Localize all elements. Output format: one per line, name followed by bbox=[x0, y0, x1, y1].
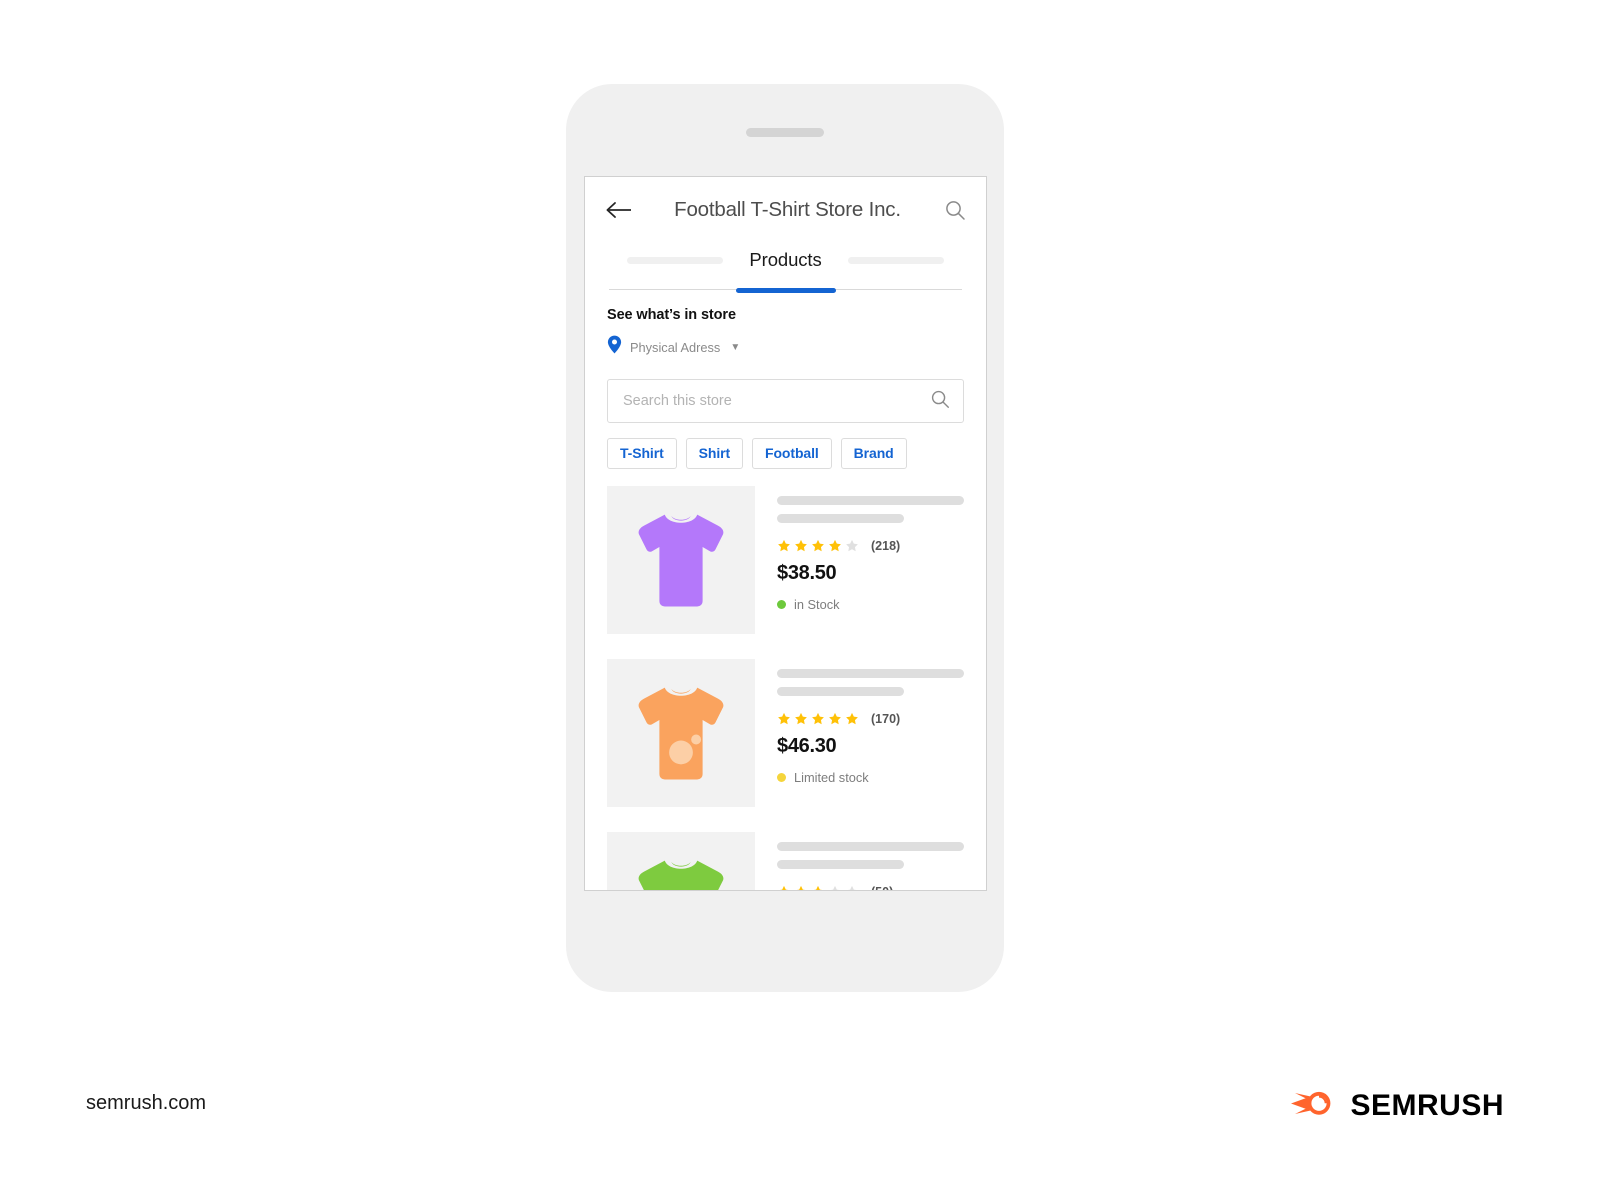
search-input[interactable] bbox=[623, 393, 930, 409]
tshirt-icon bbox=[638, 514, 724, 607]
product-title-placeholder bbox=[777, 842, 964, 851]
star-icon bbox=[778, 712, 790, 725]
chip-t-shirt[interactable]: T-Shirt bbox=[607, 438, 677, 469]
star-icon bbox=[812, 539, 824, 552]
semrush-comet-icon bbox=[1289, 1086, 1337, 1125]
stock-status: Limited stock bbox=[777, 770, 964, 785]
product-rating[interactable]: (50) bbox=[777, 885, 964, 890]
product-subtitle-placeholder bbox=[777, 514, 905, 523]
page-title: Football T-Shirt Store Inc. bbox=[674, 198, 901, 221]
tab-bar: Products bbox=[585, 243, 986, 293]
semrush-wordmark: SEMRUSH bbox=[1350, 1088, 1504, 1122]
star-icon bbox=[812, 712, 824, 725]
star-icon bbox=[795, 539, 807, 552]
product-rating[interactable]: (218) bbox=[777, 539, 964, 553]
tab-placeholder-right[interactable] bbox=[847, 256, 944, 264]
product-price: $46.30 bbox=[777, 735, 837, 757]
tab-row: Products bbox=[603, 243, 968, 277]
product-card[interactable]: (50) bbox=[607, 832, 964, 890]
stock-status: in Stock bbox=[777, 597, 964, 612]
star-icon bbox=[846, 539, 858, 552]
product-price: $38.50 bbox=[777, 562, 837, 584]
chip-brand[interactable]: Brand bbox=[840, 438, 907, 469]
search-icon[interactable] bbox=[942, 197, 968, 223]
location-label: Physical Adress bbox=[630, 339, 721, 355]
semrush-logo: SEMRUSH bbox=[1289, 1086, 1504, 1125]
app-body: See what’s in store Physical Adress ▼ Se… bbox=[585, 293, 986, 890]
product-thumbnail[interactable] bbox=[607, 832, 755, 890]
star-icon bbox=[796, 885, 806, 890]
phone-screen: Football T-Shirt Store Inc. Products See… bbox=[584, 176, 987, 891]
star-icon bbox=[829, 539, 841, 552]
canvas: Football T-Shirt Store Inc. Products See… bbox=[0, 0, 1600, 1177]
rating-count: (218) bbox=[871, 539, 901, 553]
phone-speaker bbox=[746, 128, 824, 137]
product-details: (170) $46.30 Limited stock bbox=[777, 659, 964, 807]
product-details: (218) $38.50 in Stock bbox=[777, 486, 964, 634]
section-heading: See what’s in store bbox=[607, 307, 736, 323]
search-input-icon[interactable] bbox=[930, 389, 950, 414]
product-rating[interactable]: (170) bbox=[777, 712, 964, 726]
tab-placeholder-left[interactable] bbox=[627, 256, 724, 264]
star-icon bbox=[829, 712, 841, 725]
star-icon bbox=[846, 712, 858, 725]
app-header: Football T-Shirt Store Inc. bbox=[585, 177, 986, 243]
chevron-down-icon[interactable]: ▼ bbox=[730, 342, 740, 353]
map-pin-icon bbox=[607, 335, 622, 359]
tshirt-icon bbox=[638, 687, 724, 780]
rating-count: (50) bbox=[871, 885, 893, 890]
product-subtitle-placeholder bbox=[777, 687, 905, 696]
star-icon bbox=[813, 885, 823, 890]
product-thumbnail[interactable] bbox=[607, 659, 755, 807]
star-icon bbox=[778, 539, 790, 552]
filter-chips: T-Shirt Shirt Football Brand bbox=[607, 438, 964, 469]
star-icon bbox=[847, 885, 857, 890]
status-badge: Limited stock bbox=[794, 770, 869, 785]
product-title-placeholder bbox=[777, 496, 964, 505]
product-card[interactable]: (218) $38.50 in Stock bbox=[607, 486, 964, 634]
chip-football[interactable]: Football bbox=[752, 438, 832, 469]
rating-count: (170) bbox=[871, 712, 901, 726]
chip-shirt[interactable]: Shirt bbox=[685, 438, 744, 469]
tab-active-indicator bbox=[735, 288, 836, 293]
star-icon bbox=[795, 712, 807, 725]
status-dot bbox=[777, 600, 786, 609]
product-details: (50) bbox=[777, 832, 964, 890]
product-subtitle-placeholder bbox=[777, 860, 905, 869]
tshirt-icon bbox=[638, 860, 724, 890]
search-store-box[interactable] bbox=[607, 379, 964, 423]
location-selector[interactable]: Physical Adress ▼ bbox=[607, 335, 964, 359]
tab-products[interactable]: Products bbox=[723, 249, 847, 271]
phone-mockup: Football T-Shirt Store Inc. Products See… bbox=[566, 84, 1004, 992]
star-icon bbox=[830, 885, 840, 890]
product-list: (218) $38.50 in Stock (170) $46.30 Limited st… bbox=[607, 486, 964, 890]
footer-url: semrush.com bbox=[86, 1092, 207, 1114]
product-title-placeholder bbox=[777, 669, 964, 678]
star-icon bbox=[779, 885, 789, 890]
product-card[interactable]: (170) $46.30 Limited stock bbox=[607, 659, 964, 807]
status-dot bbox=[777, 773, 786, 782]
product-thumbnail[interactable] bbox=[607, 486, 755, 634]
status-badge: in Stock bbox=[794, 597, 840, 612]
back-arrow-icon[interactable] bbox=[605, 199, 633, 221]
